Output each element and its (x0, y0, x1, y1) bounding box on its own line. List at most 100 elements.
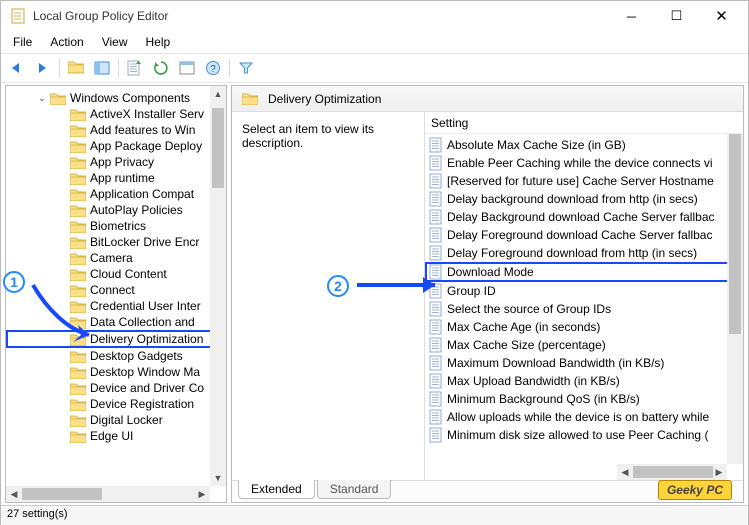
tree-item[interactable]: AutoPlay Policies (6, 202, 226, 218)
setting-item[interactable]: Absolute Max Cache Size (in GB) (425, 136, 743, 154)
help-button[interactable]: ? (201, 56, 225, 80)
tree-item[interactable]: Digital Locker (6, 412, 226, 428)
folder-icon (70, 236, 86, 249)
folder-icon (70, 414, 86, 427)
properties-button[interactable] (175, 56, 199, 80)
setting-icon (429, 191, 443, 207)
scroll-left-icon[interactable]: ◀ (617, 464, 633, 480)
filter-button[interactable] (234, 56, 258, 80)
setting-icon (429, 137, 443, 153)
scroll-thumb[interactable] (212, 108, 224, 188)
tree-item[interactable]: BitLocker Drive Encr (6, 234, 226, 250)
setting-label: Download Mode (447, 265, 534, 279)
setting-label: Max Upload Bandwidth (in KB/s) (447, 374, 620, 388)
setting-label: Allow uploads while the device is on bat… (447, 410, 709, 424)
minimize-button[interactable]: ─ (609, 2, 654, 30)
folder-icon (70, 382, 86, 395)
settings-list[interactable]: Absolute Max Cache Size (in GB) Enable Pe… (425, 134, 743, 446)
menubar: File Action View Help (1, 31, 748, 53)
refresh-button[interactable] (149, 56, 173, 80)
scroll-thumb[interactable] (633, 466, 713, 478)
tree-item[interactable]: Device Registration (6, 396, 226, 412)
tree-root-label: Windows Components (70, 91, 190, 105)
menu-file[interactable]: File (5, 33, 40, 51)
setting-item[interactable]: Minimum Background QoS (in KB/s) (425, 390, 743, 408)
tree-item[interactable]: Device and Driver Co (6, 380, 226, 396)
folder-icon (70, 350, 86, 363)
show-tree-button[interactable] (90, 56, 114, 80)
setting-label: Group ID (447, 284, 496, 298)
tree-hscrollbar[interactable]: ◀ ▶ (6, 486, 210, 502)
tree-item[interactable]: Desktop Window Ma (6, 364, 226, 380)
setting-label: Delay Background download Cache Server f… (447, 210, 715, 224)
scroll-down-icon[interactable]: ▼ (210, 470, 226, 486)
tree-item[interactable]: Edge UI (6, 428, 226, 444)
scroll-up-icon[interactable]: ▲ (210, 86, 226, 102)
setting-item[interactable]: Max Upload Bandwidth (in KB/s) (425, 372, 743, 390)
toolbar: ? (1, 53, 748, 83)
tree-item[interactable]: Add features to Win (6, 122, 226, 138)
tab-standard[interactable]: Standard (317, 480, 392, 499)
setting-item[interactable]: Delay background download from http (in … (425, 190, 743, 208)
setting-item[interactable]: Enable Peer Caching while the device con… (425, 154, 743, 172)
tab-extended[interactable]: Extended (238, 480, 315, 499)
tree-item[interactable]: App Package Deploy (6, 138, 226, 154)
status-text: 27 setting(s) (7, 508, 68, 520)
setting-item[interactable]: Delay Foreground download from http (in … (425, 244, 743, 262)
scroll-right-icon[interactable]: ▶ (194, 486, 210, 502)
setting-item[interactable]: Minimum disk size allowed to use Peer Ca… (425, 426, 743, 444)
tree-item-label: Camera (90, 251, 133, 265)
back-button[interactable] (5, 56, 29, 80)
menu-help[interactable]: Help (138, 33, 179, 51)
setting-item[interactable]: Max Cache Age (in seconds) (425, 318, 743, 336)
maximize-button[interactable]: ☐ (654, 2, 699, 30)
tree-item[interactable]: Application Compat (6, 186, 226, 202)
scroll-thumb[interactable] (729, 134, 741, 334)
export-button[interactable] (123, 56, 147, 80)
setting-item[interactable]: Select the source of Group IDs (425, 300, 743, 318)
tree-item-label: Digital Locker (90, 413, 163, 427)
folder-icon (70, 188, 86, 201)
setting-label: Delay background download from http (in … (447, 192, 698, 206)
tree-item[interactable]: App Privacy (6, 154, 226, 170)
setting-item[interactable]: [Reserved for future use] Cache Server H… (425, 172, 743, 190)
setting-item[interactable]: Download Mode (425, 262, 743, 282)
scroll-thumb[interactable] (22, 488, 102, 500)
setting-icon (429, 319, 443, 335)
close-button[interactable]: ✕ (699, 2, 744, 30)
setting-item[interactable]: Allow uploads while the device is on bat… (425, 408, 743, 426)
tree-item-label: App runtime (90, 171, 155, 185)
settings-hscrollbar[interactable]: ◀ ▶ (617, 464, 727, 480)
annotation-arrow-1 (27, 279, 107, 349)
tree-vscrollbar[interactable]: ▲ ▼ (210, 86, 226, 486)
setting-item[interactable]: Group ID (425, 282, 743, 300)
tree-item[interactable]: App runtime (6, 170, 226, 186)
tree-item[interactable]: Camera (6, 250, 226, 266)
setting-item[interactable]: Max Cache Size (percentage) (425, 336, 743, 354)
tree-item-label: Application Compat (90, 187, 194, 201)
up-button[interactable] (64, 56, 88, 80)
setting-item[interactable]: Delay Foreground download Cache Server f… (425, 226, 743, 244)
scroll-left-icon[interactable]: ◀ (6, 486, 22, 502)
menu-action[interactable]: Action (42, 33, 91, 51)
setting-item[interactable]: Delay Background download Cache Server f… (425, 208, 743, 226)
titlebar: Local Group Policy Editor ─ ☐ ✕ (1, 1, 748, 31)
settings-vscrollbar[interactable]: ▼ (727, 134, 743, 464)
settings-col-header[interactable]: Setting (425, 112, 743, 134)
setting-label: Absolute Max Cache Size (in GB) (447, 138, 626, 152)
setting-icon (429, 391, 443, 407)
setting-item[interactable]: Maximum Download Bandwidth (in KB/s) (425, 354, 743, 372)
tree-item-label: Delivery Optimization (90, 332, 203, 346)
forward-button[interactable] (31, 56, 55, 80)
scroll-right-icon[interactable]: ▶ (711, 464, 727, 480)
annotation-badge-2: 2 (327, 275, 349, 297)
setting-icon (429, 301, 443, 317)
collapse-icon[interactable]: ⌄ (36, 93, 48, 104)
tree-item[interactable]: Desktop Gadgets (6, 348, 226, 364)
tree-item[interactable]: ActiveX Installer Serv (6, 106, 226, 122)
folder-icon (70, 124, 86, 137)
menu-view[interactable]: View (94, 33, 136, 51)
annotation-badge-1: 1 (3, 271, 25, 293)
tree-root[interactable]: ⌄ Windows Components (6, 90, 226, 106)
tree-item[interactable]: Biometrics (6, 218, 226, 234)
